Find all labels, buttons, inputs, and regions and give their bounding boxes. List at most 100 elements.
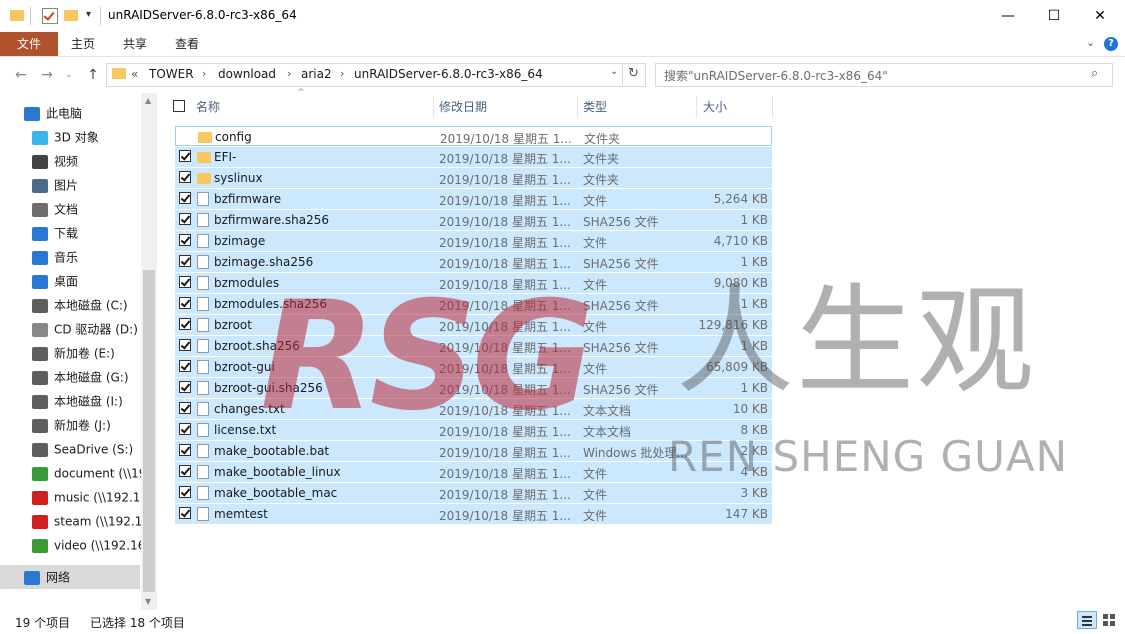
row-checkbox[interactable]: [179, 465, 191, 477]
row-checkbox[interactable]: [179, 234, 191, 246]
properties-icon[interactable]: [42, 8, 58, 24]
maximize-button[interactable]: ☐: [1031, 0, 1077, 32]
chevron-right-icon[interactable]: ›: [340, 67, 344, 80]
column-divider[interactable]: [433, 96, 434, 118]
table-row[interactable]: bzroot 2019/10/18 星期五 1... 文件 129,816 KB: [175, 315, 772, 335]
table-row[interactable]: bzmodules 2019/10/18 星期五 1... 文件 9,080 KB: [175, 273, 772, 293]
row-checkbox[interactable]: [179, 444, 191, 456]
minimize-button[interactable]: —: [985, 0, 1031, 32]
cell-date: 2019/10/18 星期五 1...: [439, 257, 571, 271]
sidebar-item-label: 图片: [54, 178, 79, 193]
chevron-right-icon[interactable]: ›: [287, 67, 291, 80]
column-header-date[interactable]: 修改日期: [439, 96, 487, 118]
breadcrumb-current-folder[interactable]: unRAIDServer-6.8.0-rc3-x86_64: [354, 67, 543, 81]
column-divider[interactable]: [577, 96, 578, 118]
cell-date: 2019/10/18 星期五 1...: [439, 425, 571, 439]
recent-locations-icon[interactable]: ⌄: [58, 64, 80, 86]
column-header-size[interactable]: 大小: [703, 96, 727, 118]
cell-date: 2019/10/18 星期五 1...: [439, 404, 571, 418]
row-checkbox[interactable]: [179, 255, 191, 267]
cell-type: 文件夹: [583, 173, 620, 187]
table-row[interactable]: bzfirmware.sha256 2019/10/18 星期五 1... SHA2…: [175, 210, 772, 230]
row-checkbox[interactable]: [179, 423, 191, 435]
row-checkbox[interactable]: [179, 360, 191, 372]
cell-name: bzroot.sha256: [214, 339, 300, 353]
refresh-icon[interactable]: ↻: [628, 66, 639, 81]
cell-type: 文件夹: [584, 132, 621, 146]
breadcrumb-tower[interactable]: TOWER: [149, 67, 194, 81]
table-row[interactable]: syslinux 2019/10/18 星期五 1... 文件夹: [175, 168, 772, 188]
cell-date: 2019/10/18 星期五 1...: [439, 278, 571, 292]
breadcrumb-download[interactable]: download: [218, 67, 276, 81]
help-icon[interactable]: ?: [1104, 37, 1118, 51]
table-row[interactable]: memtest 2019/10/18 星期五 1... 文件 147 KB: [175, 504, 772, 524]
sidebar-item-19[interactable]: 网络: [0, 565, 140, 589]
search-icon[interactable]: ⌕: [1091, 66, 1098, 81]
sidebar-scroll-thumb[interactable]: [143, 270, 155, 592]
row-checkbox[interactable]: [179, 507, 191, 519]
tab-view[interactable]: 查看: [166, 32, 208, 56]
cell-size: 4 KB: [740, 465, 768, 479]
table-row[interactable]: bzroot-gui.sha256 2019/10/18 星期五 1... SHA2…: [175, 378, 772, 398]
table-row[interactable]: changes.txt 2019/10/18 星期五 1... 文本文档 10 KB: [175, 399, 772, 419]
scroll-down-icon[interactable]: ▼: [145, 597, 151, 606]
network-drive-disconnected-icon: [32, 490, 48, 505]
table-row[interactable]: bzmodules.sha256 2019/10/18 星期五 1... SHA25…: [175, 294, 772, 314]
new-folder-icon[interactable]: [64, 10, 78, 21]
large-icons-view-icon[interactable]: [1101, 612, 1117, 628]
tab-file[interactable]: 文件: [0, 32, 58, 56]
cell-type: Windows 批处理...: [583, 446, 688, 460]
row-checkbox[interactable]: [179, 318, 191, 330]
column-divider[interactable]: [696, 96, 697, 118]
column-divider[interactable]: [772, 96, 773, 118]
details-view-icon[interactable]: [1077, 611, 1097, 629]
tab-share[interactable]: 共享: [114, 32, 156, 56]
row-checkbox[interactable]: [179, 339, 191, 351]
table-row[interactable]: config 2019/10/18 星期五 1... 文件夹: [175, 126, 772, 146]
table-row[interactable]: bzroot-gui 2019/10/18 星期五 1... 文件 65,809 KB: [175, 357, 772, 377]
row-checkbox[interactable]: [179, 276, 191, 288]
column-header-name[interactable]: 名称: [196, 96, 220, 118]
row-checkbox[interactable]: [179, 171, 191, 183]
expand-ribbon-icon[interactable]: ⌄: [1086, 36, 1095, 49]
row-checkbox[interactable]: [179, 381, 191, 393]
network-drive-icon: [32, 466, 48, 481]
cell-size: 10 KB: [732, 402, 768, 416]
cell-date: 2019/10/18 星期五 1...: [439, 509, 571, 523]
cell-size: 8 KB: [740, 423, 768, 437]
select-all-checkbox[interactable]: [173, 100, 185, 112]
scroll-up-icon[interactable]: ▲: [145, 96, 151, 105]
close-button[interactable]: ✕: [1077, 0, 1123, 32]
forward-arrow-icon[interactable]: →: [36, 64, 58, 86]
divider: [622, 63, 623, 85]
table-row[interactable]: make_bootable.bat 2019/10/18 星期五 1... Wind…: [175, 441, 772, 461]
sidebar-item-0[interactable]: 此电脑: [0, 101, 164, 125]
address-dropdown-icon[interactable]: ⌄: [610, 66, 618, 77]
column-header-type[interactable]: 类型: [583, 96, 607, 118]
table-row[interactable]: make_bootable_linux 2019/10/18 星期五 1... 文件…: [175, 462, 772, 482]
breadcrumb-overflow[interactable]: «: [131, 67, 138, 81]
up-arrow-icon[interactable]: ↑: [82, 64, 104, 86]
back-arrow-icon[interactable]: ←: [10, 64, 32, 86]
table-row[interactable]: license.txt 2019/10/18 星期五 1... 文本文档 8 KB: [175, 420, 772, 440]
table-row[interactable]: bzfirmware 2019/10/18 星期五 1... 文件 5,264 KB: [175, 189, 772, 209]
row-checkbox[interactable]: [179, 150, 191, 162]
cell-type: SHA256 文件: [583, 383, 659, 397]
table-row[interactable]: make_bootable_mac 2019/10/18 星期五 1... 文件 3 …: [175, 483, 772, 503]
tab-home[interactable]: 主页: [62, 32, 104, 56]
row-checkbox[interactable]: [179, 213, 191, 225]
sidebar-item-label: 本地磁盘 (C:): [54, 298, 128, 313]
row-checkbox[interactable]: [179, 297, 191, 309]
table-row[interactable]: EFI- 2019/10/18 星期五 1... 文件夹: [175, 147, 772, 167]
table-row[interactable]: bzimage.sha256 2019/10/18 星期五 1... SHA256 …: [175, 252, 772, 272]
table-row[interactable]: bzroot.sha256 2019/10/18 星期五 1... SHA256 文…: [175, 336, 772, 356]
chevron-right-icon[interactable]: ›: [202, 67, 206, 80]
cell-date: 2019/10/18 星期五 1...: [439, 194, 571, 208]
row-checkbox[interactable]: [179, 192, 191, 204]
customize-toolbar-icon[interactable]: ▾: [86, 9, 91, 20]
row-checkbox[interactable]: [179, 486, 191, 498]
row-checkbox[interactable]: [179, 402, 191, 414]
table-row[interactable]: bzimage 2019/10/18 星期五 1... 文件 4,710 KB: [175, 231, 772, 251]
breadcrumb-aria2[interactable]: aria2: [301, 67, 332, 81]
file-icon: [197, 402, 209, 416]
